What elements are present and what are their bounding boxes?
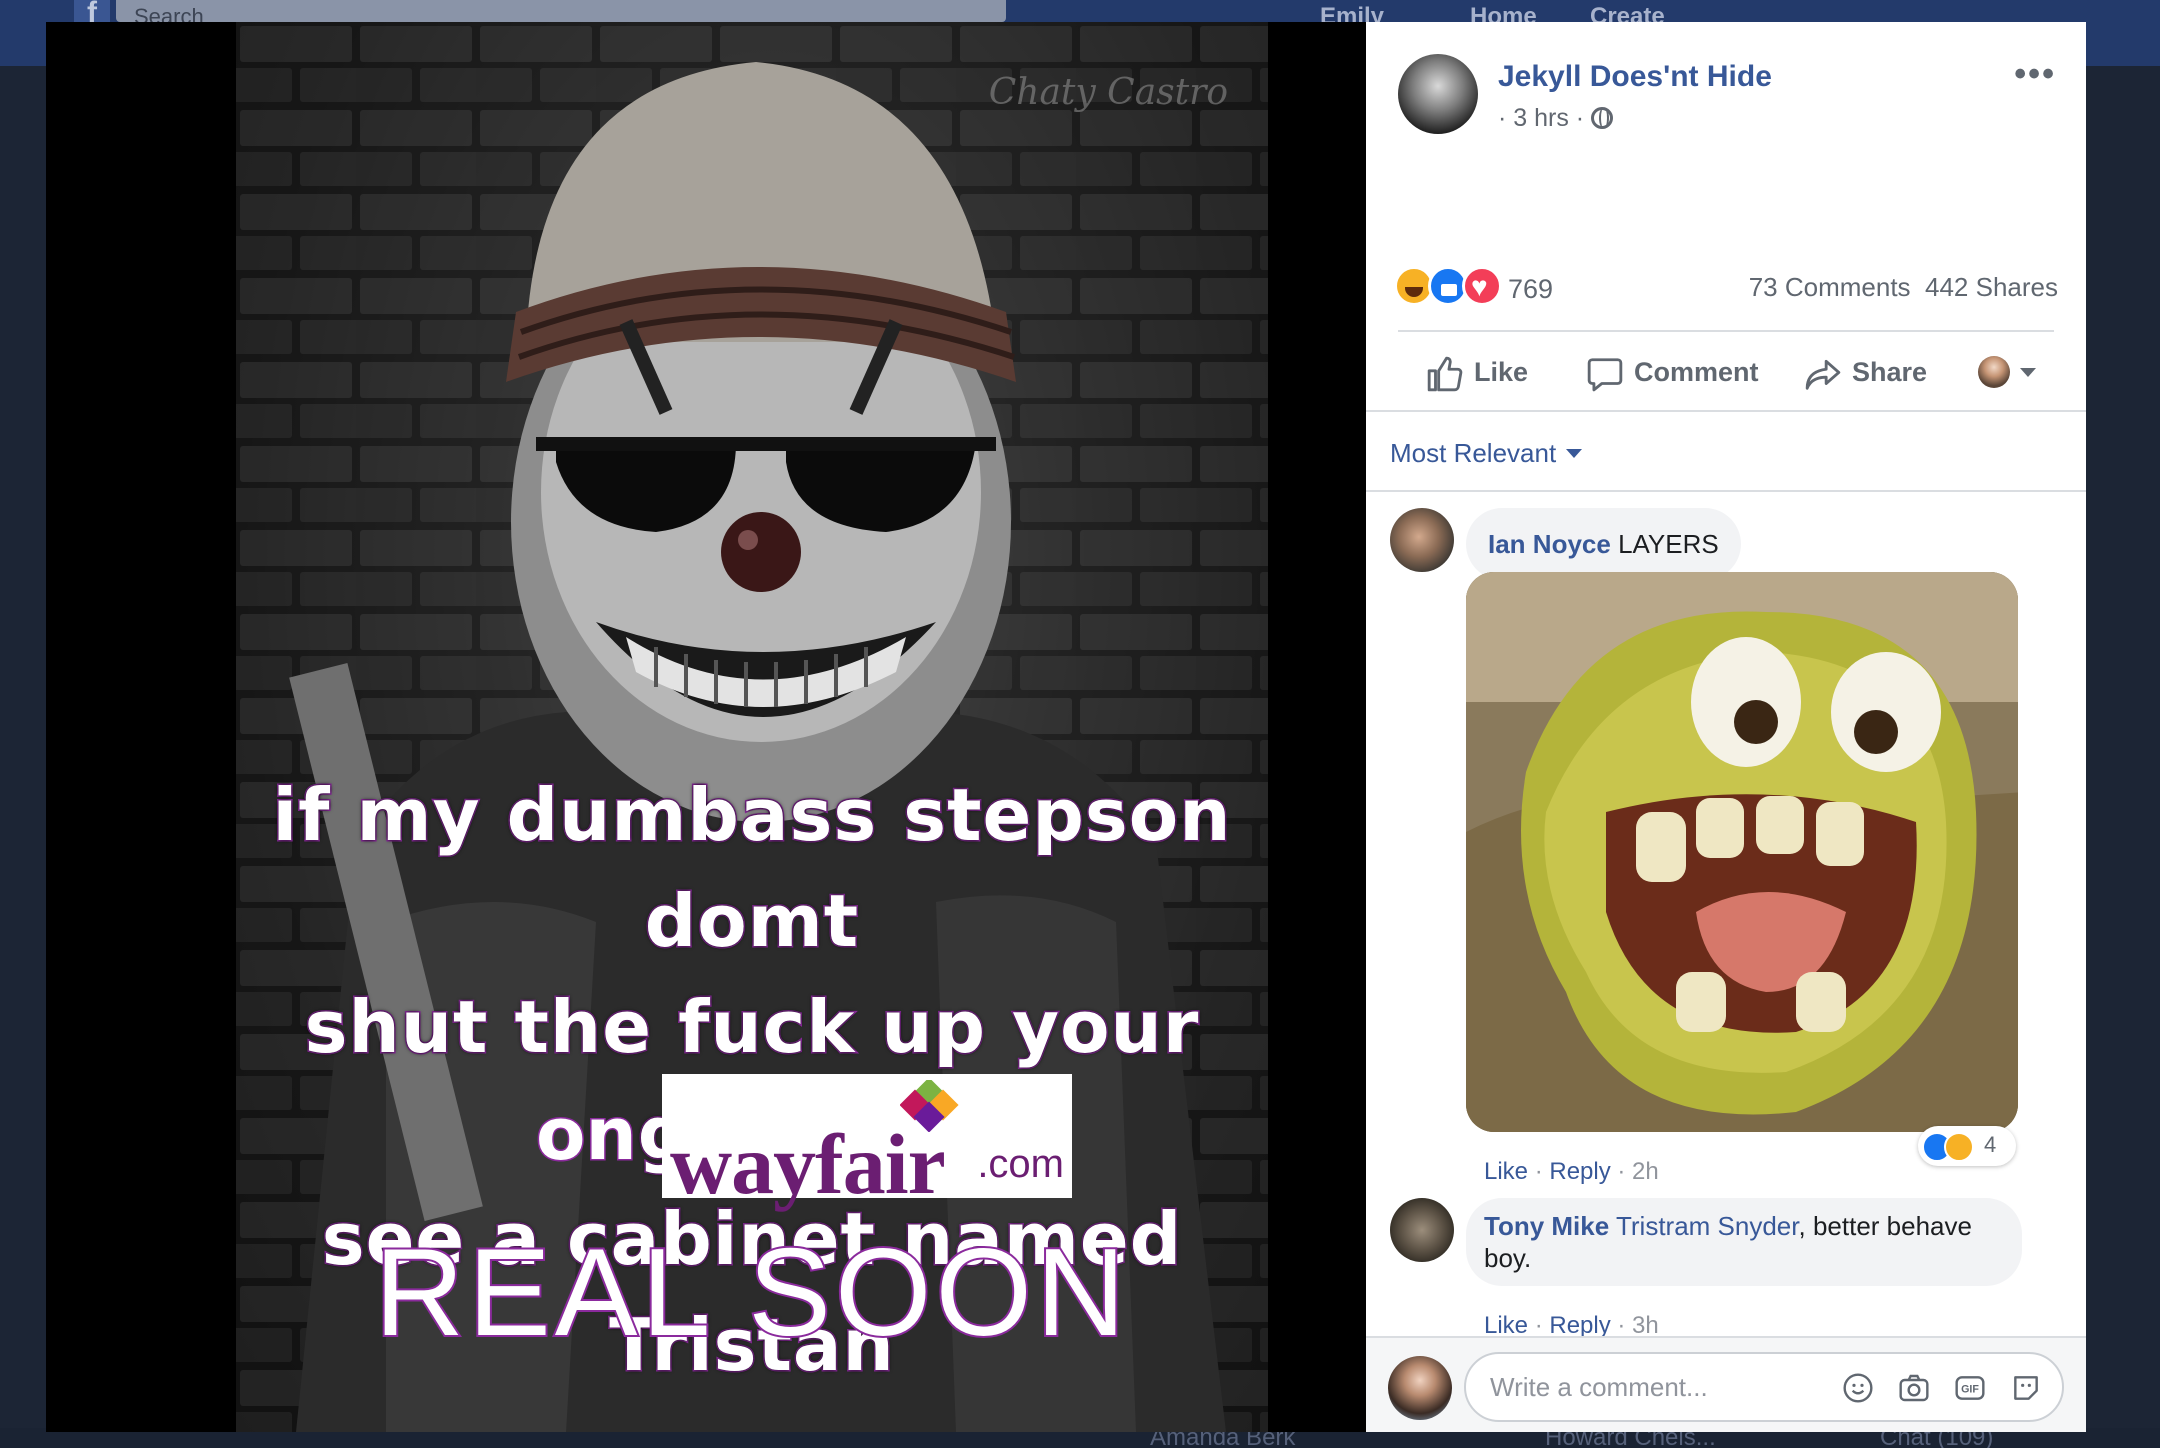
background-nav-create: Create xyxy=(1590,3,1665,22)
meme-image: Chaty Castro if my dumbass stepson domt … xyxy=(236,22,1268,1432)
share-button-label: Share xyxy=(1852,357,1928,387)
wayfair-logo: wayfair .com xyxy=(662,1074,1072,1212)
page-avatar[interactable] xyxy=(1398,54,1478,134)
comment-time[interactable]: 2h xyxy=(1632,1158,1659,1185)
photo-viewer[interactable]: Chaty Castro if my dumbass stepson domt … xyxy=(46,22,1366,1432)
comment-button-label: Comment xyxy=(1634,357,1759,387)
comment-time[interactable]: 3h xyxy=(1632,1312,1659,1339)
background-nav-home: Home xyxy=(1470,3,1537,22)
background-nav-profile: Emily xyxy=(1320,3,1385,22)
comment-count-link[interactable]: 73 Comments xyxy=(1749,272,1911,302)
comment-sort-label: Most Relevant xyxy=(1390,438,1557,468)
post-side-panel: Jekyll Does'nt Hide · 3 hrs · ••• 769 73… xyxy=(1366,22,2086,1432)
comment-text: LAYERS xyxy=(1618,529,1719,559)
thumbs-up-icon xyxy=(1427,356,1463,392)
camera-icon[interactable] xyxy=(1898,1372,1930,1404)
comment-author-link[interactable]: Tony Mike xyxy=(1484,1211,1609,1241)
post-meta: · 3 hrs · xyxy=(1498,104,1614,133)
comment-button[interactable]: Comment xyxy=(1586,342,1759,402)
comment-reactions[interactable]: 4 xyxy=(1918,1126,2016,1166)
svg-text:GIF: GIF xyxy=(1961,1384,1979,1396)
wow-icon xyxy=(1944,1132,1974,1162)
divider xyxy=(1398,330,2054,332)
comment-bubble: Ian Noyce LAYERS xyxy=(1466,508,1741,580)
emoji-icon[interactable] xyxy=(1842,1372,1874,1404)
ellipsis-icon[interactable]: ••• xyxy=(2014,57,2056,91)
speech-bubble-icon xyxy=(1587,358,1623,392)
divider xyxy=(1366,490,2086,492)
user-avatar xyxy=(1978,356,2010,388)
share-button[interactable]: Share xyxy=(1804,342,1927,402)
comment-reaction-count: 4 xyxy=(1984,1132,1997,1157)
chevron-down-icon xyxy=(1566,449,1583,458)
reactions-summary: 769 73 Comments 442 Shares xyxy=(1394,266,2058,310)
wayfair-wordmark: wayfair xyxy=(670,1116,946,1212)
comment-like-link[interactable]: Like xyxy=(1484,1158,1528,1185)
gif-icon[interactable]: GIF xyxy=(1954,1372,1986,1404)
comment-reply-link[interactable]: Reply xyxy=(1549,1158,1610,1185)
like-button-label: Like xyxy=(1474,357,1529,387)
comments-shares-counts: 73 Comments 442 Shares xyxy=(1749,272,2058,303)
globe-icon xyxy=(1591,107,1614,129)
share-arrow-icon xyxy=(1805,359,1841,390)
background-search-input: Search xyxy=(116,0,1006,22)
reaction-as-selector[interactable] xyxy=(1978,356,2042,390)
comment-actions: Like · Reply · 2h xyxy=(1484,1158,1659,1185)
share-count-link[interactable]: 442 Shares xyxy=(1925,272,2058,302)
reaction-count[interactable]: 769 xyxy=(1508,274,1553,305)
meme-caption-line: if my dumbass stepson domt xyxy=(271,772,1232,965)
commenter-avatar[interactable] xyxy=(1390,508,1454,572)
chevron-down-icon xyxy=(2020,368,2036,377)
comment-reply-link[interactable]: Reply xyxy=(1549,1312,1610,1339)
commenter-avatar[interactable] xyxy=(1390,1198,1454,1262)
user-avatar xyxy=(1388,1356,1452,1420)
love-icon[interactable] xyxy=(1462,266,1502,306)
comment-composer: Write a comment... GIF xyxy=(1366,1336,2086,1432)
comment-author-link[interactable]: Ian Noyce xyxy=(1488,529,1611,559)
sticker-icon[interactable] xyxy=(2010,1372,2042,1404)
comment-like-link[interactable]: Like xyxy=(1484,1312,1528,1339)
meme-caption-on: on xyxy=(535,1091,639,1178)
divider xyxy=(1366,410,2086,412)
comment-sort-dropdown[interactable]: Most Relevant xyxy=(1390,438,1583,469)
post-timestamp[interactable]: · 3 hrs · xyxy=(1498,104,1584,132)
shrek-meme-image xyxy=(1466,572,2018,1132)
page-name-link[interactable]: Jekyll Does'nt Hide xyxy=(1498,60,1772,94)
like-button[interactable]: Like xyxy=(1426,342,1528,402)
wayfair-row: on wayfair .com xyxy=(236,1074,1268,1212)
comment-image-shrek[interactable] xyxy=(1466,572,2018,1132)
comment-mention-link[interactable]: Tristram Snyder xyxy=(1616,1211,1799,1241)
meme-caption-real-soon: REAL SOON xyxy=(373,1222,1130,1364)
wayfair-dotcom: .com xyxy=(977,1142,1064,1186)
comment-bubble: Tony Mike Tristram Snyder, better behave… xyxy=(1466,1198,2022,1286)
